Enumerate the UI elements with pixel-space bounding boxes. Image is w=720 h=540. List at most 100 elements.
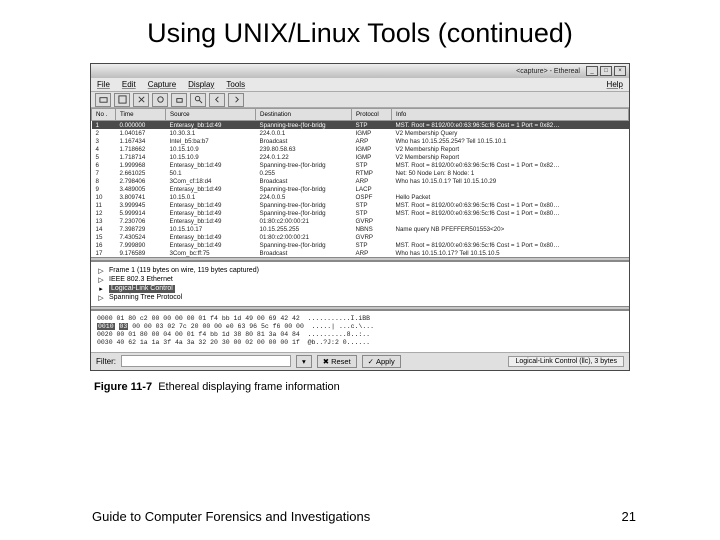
tool-print[interactable]	[171, 93, 187, 107]
table-row[interactable]: 41.71866210.15.10.9239.80.58.63IGMPV2 Me…	[92, 145, 629, 153]
table-row[interactable]: 157.430524Enterasy_bb:1d:4901:80:c2:00:0…	[92, 233, 629, 241]
table-row[interactable]: 179.1765893Com_bc:ff:75BroadcastARPWho h…	[92, 249, 629, 257]
cell-info: V2 Membership Report	[392, 145, 629, 153]
cell-no: 14	[92, 225, 116, 233]
packet-list[interactable]: No . Time Source Destination Protocol In…	[91, 108, 629, 257]
cell-no: 16	[92, 241, 116, 249]
status-text: Logical-Link Control (llc), 3 bytes	[508, 356, 624, 367]
slide-number: 21	[622, 509, 636, 524]
reset-icon: ✖	[323, 357, 329, 366]
tree-frame[interactable]: Frame 1 (119 bytes on wire, 119 bytes ca…	[109, 267, 259, 275]
col-header-destination[interactable]: Destination	[256, 109, 352, 121]
cell-info: Who has 10.15.255.254? Tell 10.15.10.1	[392, 137, 629, 145]
cell-dst: Spanning-tree-(for-bridg	[256, 209, 352, 217]
filter-dropdown-button[interactable]: ▾	[296, 355, 312, 368]
table-row[interactable]: 31.167434Intel_b5:ba:b7BroadcastARPWho h…	[92, 137, 629, 145]
cell-no: 9	[92, 185, 116, 193]
cell-time: 7.230706	[116, 217, 166, 225]
cell-info: MST. Root = 8192/00:e0:63:96:5c:f6 Cost …	[392, 241, 629, 249]
cell-dst: Spanning-tree-(for-bridg	[256, 241, 352, 249]
cell-proto: STP	[352, 241, 392, 249]
tree-toggle-icon[interactable]: ▷	[97, 294, 105, 302]
tool-open[interactable]	[95, 93, 111, 107]
table-row[interactable]: 103.80974110.15.0.1224.0.0.5OSPFHello Pa…	[92, 193, 629, 201]
table-row[interactable]: 125.999914Enterasy_bb:1d:49Spanning-tree…	[92, 209, 629, 217]
cell-src: Enterasy_bb:1d:49	[166, 209, 256, 217]
cell-dst: 224.0.1.22	[256, 153, 352, 161]
table-row[interactable]: 167.999890Enterasy_bb:1d:49Spanning-tree…	[92, 241, 629, 249]
cell-proto: STP	[352, 121, 392, 130]
table-row[interactable]: 61.999968Enterasy_bb:1d:49Spanning-tree-…	[92, 161, 629, 169]
maximize-button[interactable]: □	[600, 66, 612, 76]
apply-button[interactable]: ✓Apply	[362, 355, 401, 368]
cell-src: Enterasy_bb:1d:49	[166, 161, 256, 169]
figure-caption: Figure 11-7 Ethereal displaying frame in…	[0, 371, 720, 393]
table-row[interactable]: 93.489005Enterasy_bb:1d:49Spanning-tree-…	[92, 185, 629, 193]
cell-time: 7.430524	[116, 233, 166, 241]
filter-input[interactable]	[121, 355, 291, 367]
cell-info: Name query NB PFEFFER501553<20>	[392, 225, 629, 233]
cell-info	[392, 185, 629, 193]
cell-info: MST. Root = 8192/00:e0:63:96:5c:f6 Cost …	[392, 161, 629, 169]
cell-no: 1	[92, 121, 116, 130]
table-row[interactable]: 137.230706Enterasy_bb:1d:4901:80:c2:00:0…	[92, 217, 629, 225]
col-header-time[interactable]: Time	[116, 109, 166, 121]
col-header-info[interactable]: Info	[392, 109, 629, 121]
cell-proto: STP	[352, 209, 392, 217]
tree-toggle-icon[interactable]: ▸	[97, 285, 105, 293]
filter-bar: Filter: ▾ ✖Reset ✓Apply Logical-Link Con…	[91, 352, 629, 370]
cell-src: 10.15.10.17	[166, 225, 256, 233]
tool-go-fwd[interactable]	[228, 93, 244, 107]
hex-dump[interactable]: 0000 01 80 c2 00 00 00 00 01 f4 bb 1d 49…	[91, 310, 629, 352]
menu-edit[interactable]: Edit	[122, 80, 136, 89]
tree-toggle-icon[interactable]: ▷	[97, 267, 105, 275]
cell-info: MST. Root = 8192/00:e0:63:96:5c:f6 Cost …	[392, 209, 629, 217]
table-row[interactable]: 10.000000Enterasy_bb:1d:49Spanning-tree-…	[92, 121, 629, 130]
close-button[interactable]: ×	[614, 66, 626, 76]
table-row[interactable]: 147.39872910.15.10.1710.15.255.255NBNSNa…	[92, 225, 629, 233]
menu-file[interactable]: File	[97, 80, 110, 89]
tool-close[interactable]	[133, 93, 149, 107]
cell-no: 17	[92, 249, 116, 257]
hex-row: 0010 03 00 00 03 02 7c 20 00 00 e0 63 96…	[97, 323, 374, 330]
table-row[interactable]: 82.7984063Com_cf:18:d4BroadcastARPWho ha…	[92, 177, 629, 185]
cell-proto: IGMP	[352, 153, 392, 161]
cell-time: 9.176589	[116, 249, 166, 257]
protocol-tree[interactable]: ▷ Frame 1 (119 bytes on wire, 119 bytes c…	[91, 261, 629, 306]
cell-no: 4	[92, 145, 116, 153]
cell-dst: Spanning-tree-(for-bridg	[256, 185, 352, 193]
tool-find[interactable]	[190, 93, 206, 107]
cell-src: Enterasy_bb:1d:49	[166, 201, 256, 209]
col-header-protocol[interactable]: Protocol	[352, 109, 392, 121]
tree-ethernet[interactable]: IEEE 802.3 Ethernet	[109, 276, 173, 284]
tree-llc-selected[interactable]: Logical-Link Control	[109, 285, 175, 293]
table-row[interactable]: 113.999945Enterasy_bb:1d:49Spanning-tree…	[92, 201, 629, 209]
table-row[interactable]: 21.04016710.30.3.1224.0.0.1IGMPV2 Member…	[92, 129, 629, 137]
menu-help[interactable]: Help	[607, 80, 623, 89]
cell-info: Who has 10.15.0.1? Tell 10.15.10.29	[392, 177, 629, 185]
col-header-no[interactable]: No .	[92, 109, 116, 121]
reset-button[interactable]: ✖Reset	[317, 355, 357, 368]
figure-text: Ethereal displaying frame information	[158, 381, 340, 393]
tree-stp[interactable]: Spanning Tree Protocol	[109, 294, 182, 302]
tool-reload[interactable]	[152, 93, 168, 107]
menu-display[interactable]: Display	[188, 80, 214, 89]
cell-info	[392, 217, 629, 225]
cell-info: MST. Root = 8192/00:e0:63:96:5c:f6 Cost …	[392, 201, 629, 209]
cell-proto: IGMP	[352, 145, 392, 153]
tree-toggle-icon[interactable]: ▷	[97, 276, 105, 284]
window-titlebar: <capture> - Ethereal _ □ ×	[91, 64, 629, 78]
menu-capture[interactable]: Capture	[148, 80, 176, 89]
cell-dst: 239.80.58.63	[256, 145, 352, 153]
table-row[interactable]: 72.66102550.10.255RTMPNet: 50 Node Len: …	[92, 169, 629, 177]
cell-no: 2	[92, 129, 116, 137]
table-row[interactable]: 51.71871410.15.10.9224.0.1.22IGMPV2 Memb…	[92, 153, 629, 161]
tool-save[interactable]	[114, 93, 130, 107]
cell-time: 1.718714	[116, 153, 166, 161]
col-header-source[interactable]: Source	[166, 109, 256, 121]
slide-footer-left: Guide to Computer Forensics and Investig…	[92, 509, 370, 524]
cell-no: 11	[92, 201, 116, 209]
menu-tools[interactable]: Tools	[226, 80, 245, 89]
tool-go-back[interactable]	[209, 93, 225, 107]
minimize-button[interactable]: _	[586, 66, 598, 76]
